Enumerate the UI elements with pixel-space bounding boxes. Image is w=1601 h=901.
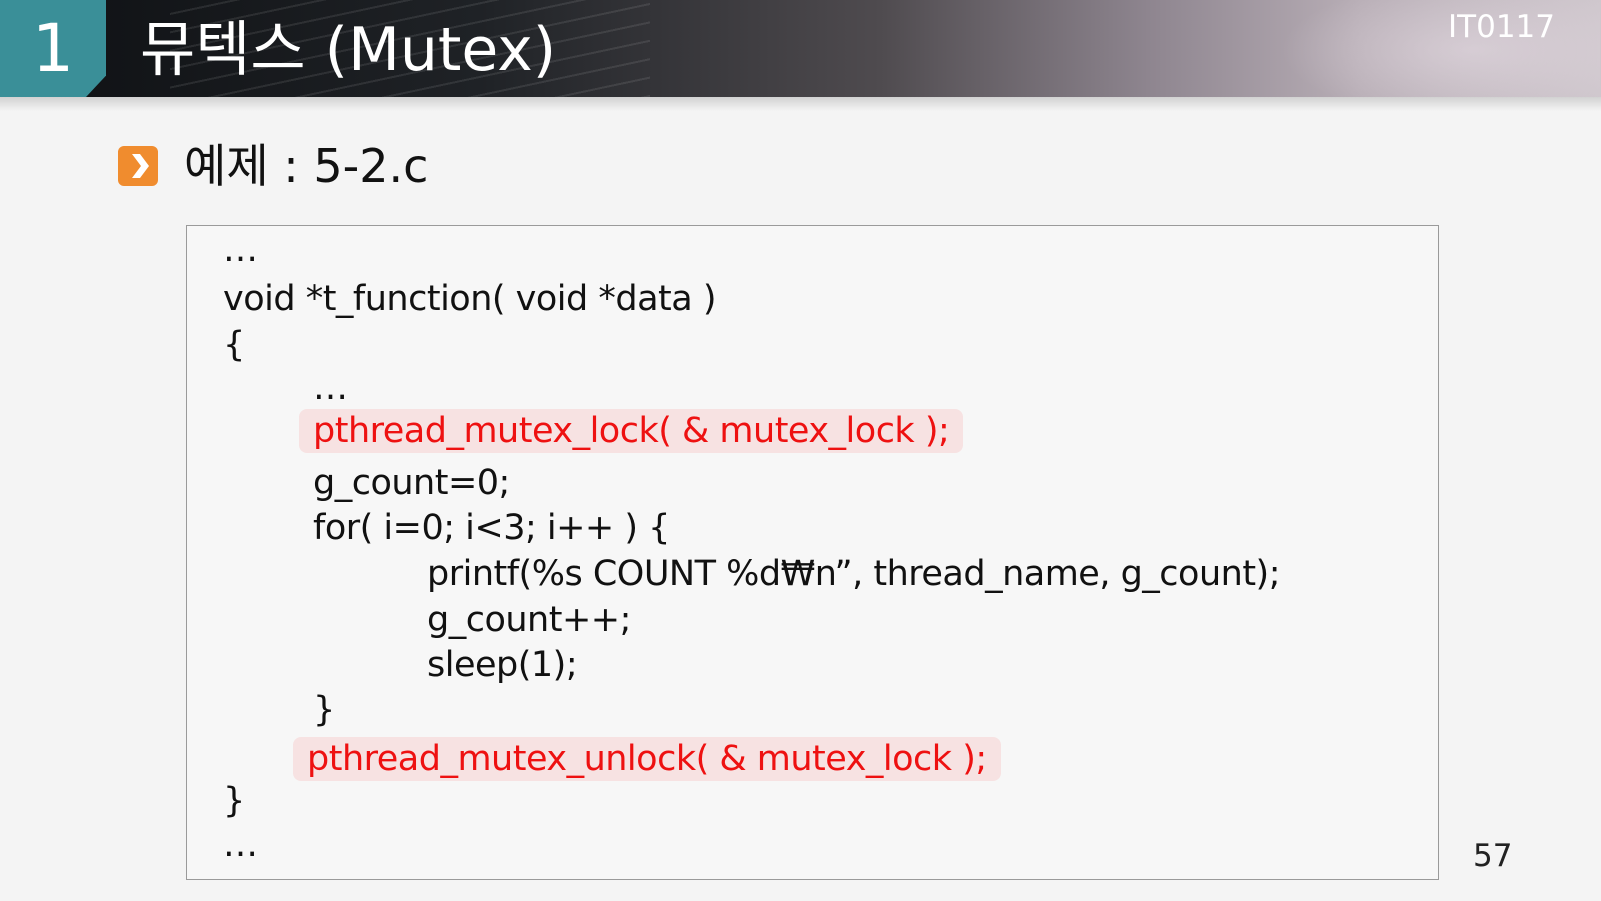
example-subtitle: 예제 : 5-2.c: [184, 139, 429, 193]
code-line: printf(%s COUNT %d₩n”, thread_name, g_co…: [427, 554, 1281, 594]
code-line: …: [223, 825, 258, 865]
code-line: {: [223, 325, 245, 365]
code-block: … void *t_function( void *data ) { … pth…: [186, 225, 1439, 880]
page-number: 57: [1473, 838, 1513, 874]
code-line: }: [313, 690, 335, 730]
code-line: g_count++;: [427, 600, 631, 640]
chevron-right-icon: [118, 146, 158, 186]
slide-title: 뮤텍스 (Mutex): [140, 15, 557, 85]
code-line: void *t_function( void *data ): [223, 279, 716, 319]
code-line: g_count=0;: [313, 463, 510, 503]
code-line: sleep(1);: [427, 645, 578, 685]
code-line: }: [223, 781, 245, 821]
highlighted-code-line: pthread_mutex_lock( & mutex_lock );: [299, 409, 964, 453]
slide-header: 1 뮤텍스 (Mutex) IT0117: [0, 0, 1601, 97]
highlighted-code-line: pthread_mutex_unlock( & mutex_lock );: [293, 737, 1001, 781]
code-line: for( i=0; i<3; i++ ) {: [313, 508, 670, 548]
code-line: …: [313, 368, 348, 408]
section-number: 1: [32, 10, 74, 87]
course-code: IT0117: [1448, 9, 1555, 45]
code-line: …: [223, 230, 258, 270]
header-shadow: [0, 97, 1601, 111]
